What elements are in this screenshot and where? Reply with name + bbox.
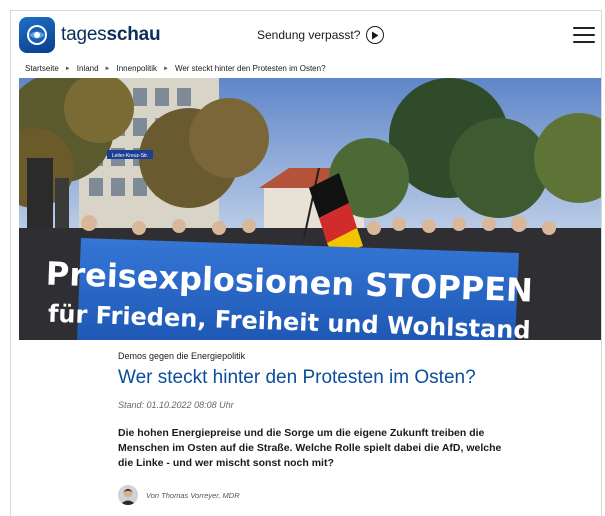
author-name[interactable]: Von Thomas Vorreyer, MDR: [146, 491, 240, 500]
site-header: tagesschau Sendung verpasst?: [11, 11, 601, 59]
brand-suffix: schau: [106, 24, 161, 45]
breadcrumb-separator: ►: [162, 65, 169, 72]
breadcrumb-startseite[interactable]: Startseite: [25, 64, 59, 73]
article-summary: Die hohen Energiepreise und die Sorge um…: [118, 426, 502, 470]
breadcrumb-separator: ►: [64, 65, 71, 72]
breadcrumb-inland[interactable]: Inland: [77, 64, 99, 73]
site-brand[interactable]: tagesschau: [61, 24, 161, 46]
author-avatar: [118, 485, 138, 505]
hamburger-menu-icon[interactable]: [573, 27, 595, 43]
author-byline: Von Thomas Vorreyer, MDR: [118, 485, 240, 505]
sendung-verpasst-label: Sendung verpasst?: [257, 28, 361, 42]
play-icon: [366, 26, 385, 44]
protest-photo: Leiter-Kreuz-Str. Preisexplosionen STOPP…: [19, 78, 601, 340]
breadcrumb: Startseite ► Inland ► Innenpolitik ► Wer…: [25, 64, 326, 73]
breadcrumb-current: Wer steckt hinter den Protesten im Osten…: [174, 64, 326, 73]
breadcrumb-innenpolitik[interactable]: Innenpolitik: [117, 64, 157, 73]
street-sign: Leiter-Kreuz-Str.: [112, 153, 148, 159]
breadcrumb-separator: ►: [104, 65, 111, 72]
article-kicker: Demos gegen die Energiepolitik: [118, 351, 246, 361]
hero-image: Leiter-Kreuz-Str. Preisexplosionen STOPP…: [19, 78, 601, 340]
brand-prefix: tages: [61, 24, 107, 45]
article-teaser: Demos gegen die Energiepolitik Wer steck…: [118, 351, 538, 471]
browser-page: tagesschau Sendung verpasst? Startseite …: [10, 10, 602, 516]
article-headline[interactable]: Wer steckt hinter den Protesten im Osten…: [118, 367, 538, 390]
tagesschau-logo-icon[interactable]: [19, 17, 55, 53]
article-timestamp: Stand: 01.10.2022 08:08 Uhr: [118, 399, 234, 410]
sendung-verpasst-link[interactable]: Sendung verpasst?: [257, 26, 385, 44]
